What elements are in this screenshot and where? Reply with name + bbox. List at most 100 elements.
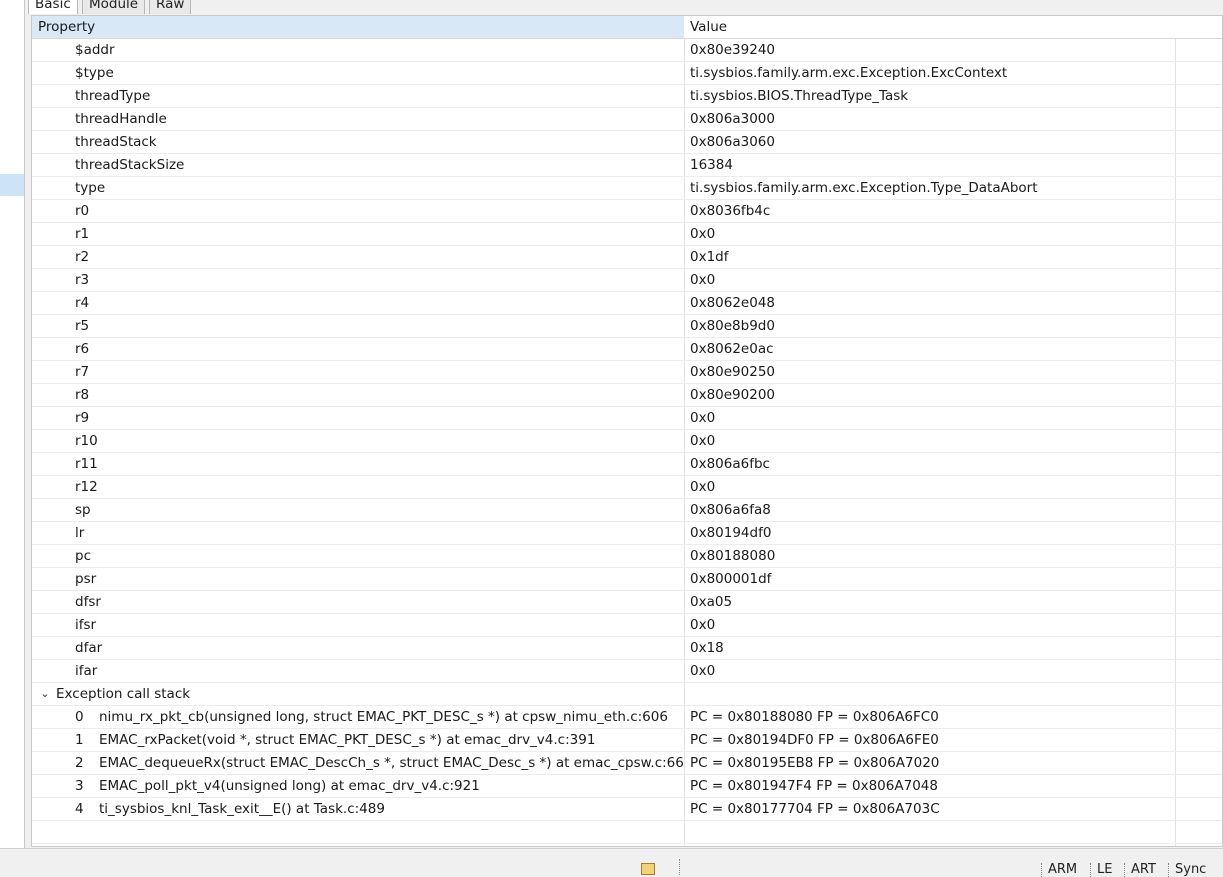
stack-frame-row[interactable]: 1 EMAC_rxPacket(void *, struct EMAC_PKT_D… (32, 729, 1222, 752)
table-row[interactable]: $addr 0x80e39240 (32, 39, 1222, 62)
call-stack-group[interactable]: ⌄ Exception call stack (32, 683, 1222, 706)
property-value: 0x806a3000 (690, 111, 775, 127)
property-name: r0 (75, 203, 90, 219)
property-cell: $addr (32, 39, 684, 61)
tab-module[interactable]: Module (82, 0, 146, 14)
clipboard-icon[interactable] (641, 863, 655, 875)
property-cell: pc (32, 545, 684, 567)
table-row[interactable]: lr 0x80194df0 (32, 522, 1222, 545)
table-row[interactable]: r12 0x0 (32, 476, 1222, 499)
property-cell: ifar (32, 660, 684, 682)
stack-frame-row[interactable]: 4 ti_sysbios_knl_Task_exit__E() at Task.c… (32, 798, 1222, 821)
property-value: 0x8036fb4c (690, 203, 771, 219)
column-header-label: Property (38, 19, 96, 35)
table-row[interactable]: threadStackSize 16384 (32, 154, 1222, 177)
property-name: $type (75, 65, 114, 81)
table-row[interactable]: r10 0x0 (32, 430, 1222, 453)
view-tabs: Basic Module Raw (24, 0, 1223, 15)
table-row[interactable]: ifsr 0x0 (32, 614, 1222, 637)
stack-frame-cell: 0 nimu_rx_pkt_cb(unsigned long, struct EM… (32, 706, 684, 728)
property-name: r8 (75, 387, 90, 403)
column-header-property[interactable]: Property (32, 16, 684, 38)
property-name: r1 (75, 226, 90, 242)
property-cell: r9 (32, 407, 684, 429)
table-header: Property Value (32, 16, 1222, 39)
chevron-down-icon[interactable]: ⌄ (38, 683, 52, 705)
table-row[interactable]: r2 0x1df (32, 246, 1222, 269)
tab-raw[interactable]: Raw (149, 0, 192, 14)
table-row[interactable]: threadStack 0x806a3060 (32, 131, 1222, 154)
property-value: 0x0 (690, 226, 716, 242)
table-row[interactable]: r7 0x80e90250 (32, 361, 1222, 384)
table-row[interactable]: threadHandle 0x806a3000 (32, 108, 1222, 131)
property-value: 0x80194df0 (690, 525, 772, 541)
property-cell: r0 (32, 200, 684, 222)
stack-frame-row[interactable]: 2 EMAC_dequeueRx(struct EMAC_DescCh_s *, … (32, 752, 1222, 775)
property-value: 0x800001df (690, 571, 772, 587)
column-header-value[interactable]: Value (685, 16, 1180, 38)
table-row[interactable]: r9 0x0 (32, 407, 1222, 430)
property-value: ti.sysbios.BIOS.ThreadType_Task (690, 88, 909, 104)
property-name: lr (75, 525, 85, 541)
property-name: r6 (75, 341, 90, 357)
tab-basic[interactable]: Basic (28, 0, 78, 14)
table-row[interactable]: pc 0x80188080 (32, 545, 1222, 568)
table-row[interactable]: r1 0x0 (32, 223, 1222, 246)
table-row[interactable]: r8 0x80e90200 (32, 384, 1222, 407)
table-row[interactable]: dfsr 0xa05 (32, 591, 1222, 614)
stack-frame-index: 1 (75, 732, 84, 748)
table-row[interactable]: r5 0x80e8b9d0 (32, 315, 1222, 338)
property-value: 0x0 (690, 433, 716, 449)
property-name: psr (75, 571, 97, 587)
table-row[interactable]: type ti.sysbios.family.arm.exc.Exception.… (32, 177, 1222, 200)
table-row[interactable]: psr 0x800001df (32, 568, 1222, 591)
property-cell: $type (32, 62, 684, 84)
stack-frame-value: PC = 0x80194DF0 FP = 0x806A6FE0 (690, 732, 939, 748)
table-row[interactable]: r11 0x806a6fbc (32, 453, 1222, 476)
stack-frame-index: 0 (75, 709, 84, 725)
property-value: ti.sysbios.family.arm.exc.Exception.Type… (690, 180, 1038, 196)
group-cell: ⌄ Exception call stack (32, 683, 684, 705)
property-name: $addr (75, 42, 115, 58)
property-name: sp (75, 502, 91, 518)
property-name: r7 (75, 364, 90, 380)
left-panel-selection[interactable] (0, 174, 24, 196)
table-row[interactable]: threadType ti.sysbios.BIOS.ThreadType_Tas… (32, 85, 1222, 108)
table-row[interactable]: r0 0x8036fb4c (32, 200, 1222, 223)
property-cell: r7 (32, 361, 684, 383)
property-name: threadStack (75, 134, 157, 150)
property-name: r12 (75, 479, 98, 495)
table-row[interactable]: r6 0x8062e0ac (32, 338, 1222, 361)
property-name: pc (75, 548, 91, 564)
table-row[interactable]: ifar 0x0 (32, 660, 1222, 683)
property-cell: dfsr (32, 591, 684, 613)
stack-frame-value: PC = 0x80188080 FP = 0x806A6FC0 (690, 709, 939, 725)
table-row[interactable]: r4 0x8062e048 (32, 292, 1222, 315)
stack-frame-value: PC = 0x801947F4 FP = 0x806A7048 (690, 778, 938, 794)
property-value: 0x1df (690, 249, 729, 265)
table-row[interactable]: r3 0x0 (32, 269, 1222, 292)
table-row[interactable]: $type ti.sysbios.family.arm.exc.Exception… (32, 62, 1222, 85)
status-separator (679, 859, 682, 875)
stack-frame-row[interactable]: 0 nimu_rx_pkt_cb(unsigned long, struct EM… (32, 706, 1222, 729)
property-cell: r2 (32, 246, 684, 268)
property-cell: r4 (32, 292, 684, 314)
status-arch: ARM (1041, 863, 1077, 877)
property-cell: r10 (32, 430, 684, 452)
stack-frame-function: EMAC_poll_pkt_v4(unsigned long) at emac_… (99, 778, 480, 794)
property-cell: psr (32, 568, 684, 590)
property-value: 0xa05 (690, 594, 733, 610)
property-value: 0x806a6fbc (690, 456, 770, 472)
property-name: dfsr (75, 594, 101, 610)
table-row[interactable]: dfar 0x18 (32, 637, 1222, 660)
property-value: 0x8062e0ac (690, 341, 774, 357)
table-row[interactable]: sp 0x806a6fa8 (32, 499, 1222, 522)
property-value: 0x80e8b9d0 (690, 318, 775, 334)
property-value: 0x80e90200 (690, 387, 776, 403)
property-value: 0x0 (690, 617, 716, 633)
property-name: threadHandle (75, 111, 167, 127)
property-value: 0x80188080 (690, 548, 776, 564)
property-name: r10 (75, 433, 98, 449)
stack-frame-row[interactable]: 3 EMAC_poll_pkt_v4(unsigned long) at emac… (32, 775, 1222, 798)
status-bar: ARM LE ART Sync (0, 848, 1223, 877)
